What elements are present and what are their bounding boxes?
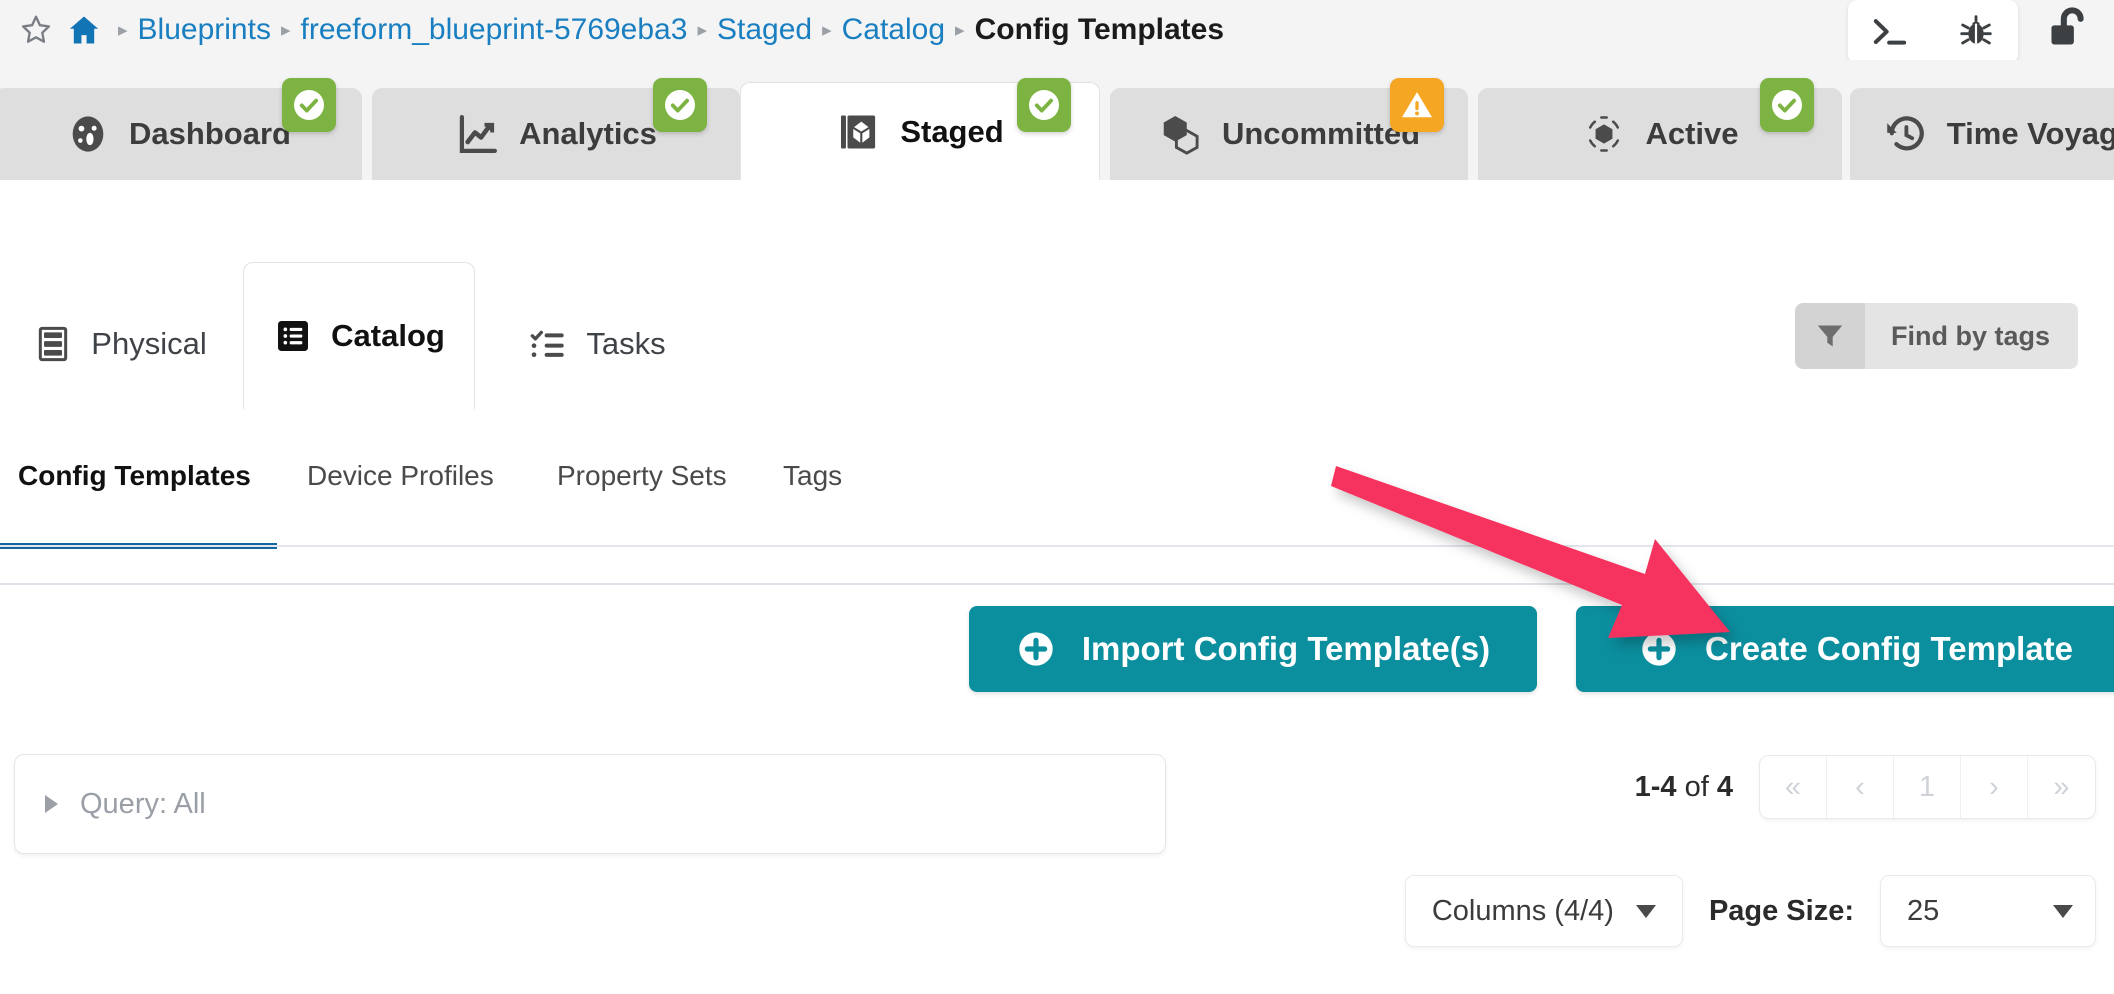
find-by-tags-button[interactable]: Find by tags	[1794, 303, 2078, 369]
pagination-last-button[interactable]: »	[2028, 756, 2095, 818]
page-size-dropdown[interactable]: 25	[1880, 875, 2096, 947]
columns-dropdown[interactable]: Columns (4/4)	[1404, 875, 1683, 947]
sub-tab-underline	[0, 545, 2114, 547]
breadcrumb-item-catalog[interactable]: Catalog	[842, 13, 945, 47]
tab-label: Staged	[900, 113, 1004, 149]
breadcrumb-separator: ▸	[280, 19, 291, 41]
pagination-prev-button[interactable]: ‹	[1827, 756, 1894, 818]
columns-dropdown-label: Columns (4/4)	[1431, 894, 1614, 927]
section-tab-label: Physical	[91, 325, 207, 361]
tab-label: Dashboard	[129, 116, 291, 151]
section-tab-label: Catalog	[331, 317, 445, 353]
plus-circle-icon	[1016, 629, 1056, 669]
find-by-tags-label: Find by tags	[1890, 320, 2050, 351]
top-right-toolbar	[1848, 0, 2114, 64]
pagination-range-of: of	[1676, 770, 1717, 803]
cubes-icon	[1158, 111, 1204, 157]
tab-time-voyager[interactable]: Time Voyager	[1850, 88, 2114, 180]
chevron-down-icon	[2053, 904, 2073, 918]
import-config-templates-button[interactable]: Import Config Template(s)	[969, 606, 1537, 692]
section-tab-catalog[interactable]: Catalog	[243, 262, 475, 410]
sub-tab-tags[interactable]: Tags	[783, 460, 842, 492]
sub-tab-config-templates[interactable]: Config Templates	[18, 460, 251, 492]
star-outline-icon[interactable]	[18, 12, 54, 48]
breadcrumb-separator: ▸	[697, 19, 707, 41]
breadcrumb-item-blueprints[interactable]: Blueprints	[138, 13, 271, 47]
sub-tab-bar: Config Templates Device Profiles Propert…	[0, 460, 2114, 549]
pagination-controls: « ‹ 1 › »	[1759, 755, 2096, 819]
import-config-templates-label: Import Config Template(s)	[1081, 630, 1491, 667]
pagination-row: 1-4 of 4 « ‹ 1 › »	[1635, 755, 2096, 819]
section-tab-bar: Physical Catalog Tasks	[0, 180, 2114, 585]
filter-funnel-icon	[1794, 303, 1865, 369]
page-size-label: Page Size:	[1708, 894, 1854, 927]
tab-status-badge-ok	[1760, 78, 1814, 132]
query-filter-box[interactable]: Query: All	[14, 754, 1166, 854]
tab-status-badge-warning	[1390, 78, 1444, 132]
breadcrumb-item-blueprint-id[interactable]: freeform_blueprint-5769eba3	[301, 13, 688, 47]
bug-icon[interactable]	[1956, 12, 1996, 52]
sub-tab-property-sets[interactable]: Property Sets	[557, 460, 727, 492]
plus-circle-icon	[1639, 629, 1679, 669]
pagination-next-button[interactable]: ›	[1961, 756, 2028, 818]
breadcrumb-item-config-templates: Config Templates	[974, 13, 1225, 46]
page-size-value: 25	[1907, 894, 1940, 927]
server-rack-icon	[33, 324, 73, 364]
section-tab-label: Tasks	[586, 325, 666, 361]
pagination-page-1[interactable]: 1	[1894, 756, 1961, 818]
tab-label: Active	[1645, 116, 1739, 151]
breadcrumb-bar: ▸ Blueprints ▸ freeform_blueprint-5769eb…	[0, 0, 2114, 60]
pagination-first-button[interactable]: «	[1760, 756, 1827, 818]
history-icon	[1883, 111, 1929, 157]
catalog-list-icon	[273, 316, 313, 356]
tab-status-badge-ok	[1017, 78, 1071, 132]
pagination-range: 1-4 of 4	[1635, 771, 1733, 804]
app-page: ▸ Blueprints ▸ freeform_blueprint-5769eb…	[0, 0, 2114, 994]
breadcrumb-item-staged[interactable]: Staged	[717, 13, 812, 47]
pagination-range-current: 1-4	[1634, 770, 1677, 803]
primary-tab-strip: Dashboard Analytics Staged Uncommitted A…	[0, 60, 2114, 180]
section-tab-tasks[interactable]: Tasks	[492, 277, 702, 410]
home-icon[interactable]	[66, 12, 102, 48]
section-tab-physical[interactable]: Physical	[0, 277, 240, 410]
tab-label: Analytics	[519, 116, 657, 151]
task-list-icon	[528, 324, 568, 364]
sub-tab-device-profiles[interactable]: Device Profiles	[307, 460, 494, 492]
create-config-template-button[interactable]: Create Config Template	[1576, 606, 2114, 692]
line-chart-icon	[455, 111, 501, 157]
section-tab-underline	[0, 583, 2114, 585]
breadcrumb-separator: ▸	[118, 19, 128, 41]
unlock-icon[interactable]	[2044, 2, 2100, 58]
gauge-icon	[65, 111, 111, 157]
staged-cube-icon	[836, 109, 882, 155]
create-config-template-label: Create Config Template	[1705, 630, 2073, 667]
query-label: Query: All	[80, 787, 206, 820]
pagination-range-total: 4	[1716, 770, 1733, 803]
breadcrumb-separator: ▸	[822, 19, 832, 41]
tab-status-badge-ok	[282, 78, 336, 132]
breadcrumb-separator: ▸	[955, 19, 965, 41]
chevron-down-icon	[1635, 904, 1656, 918]
active-cube-icon	[1581, 111, 1627, 157]
tab-status-badge-ok	[653, 78, 707, 132]
terminal-icon[interactable]	[1870, 12, 1910, 52]
table-controls: Columns (4/4) Page Size: 25	[1404, 875, 2096, 947]
utility-icon-card	[1848, 0, 2018, 64]
chevron-right-icon	[45, 795, 58, 813]
tab-label: Time Voyager	[1946, 116, 2114, 151]
